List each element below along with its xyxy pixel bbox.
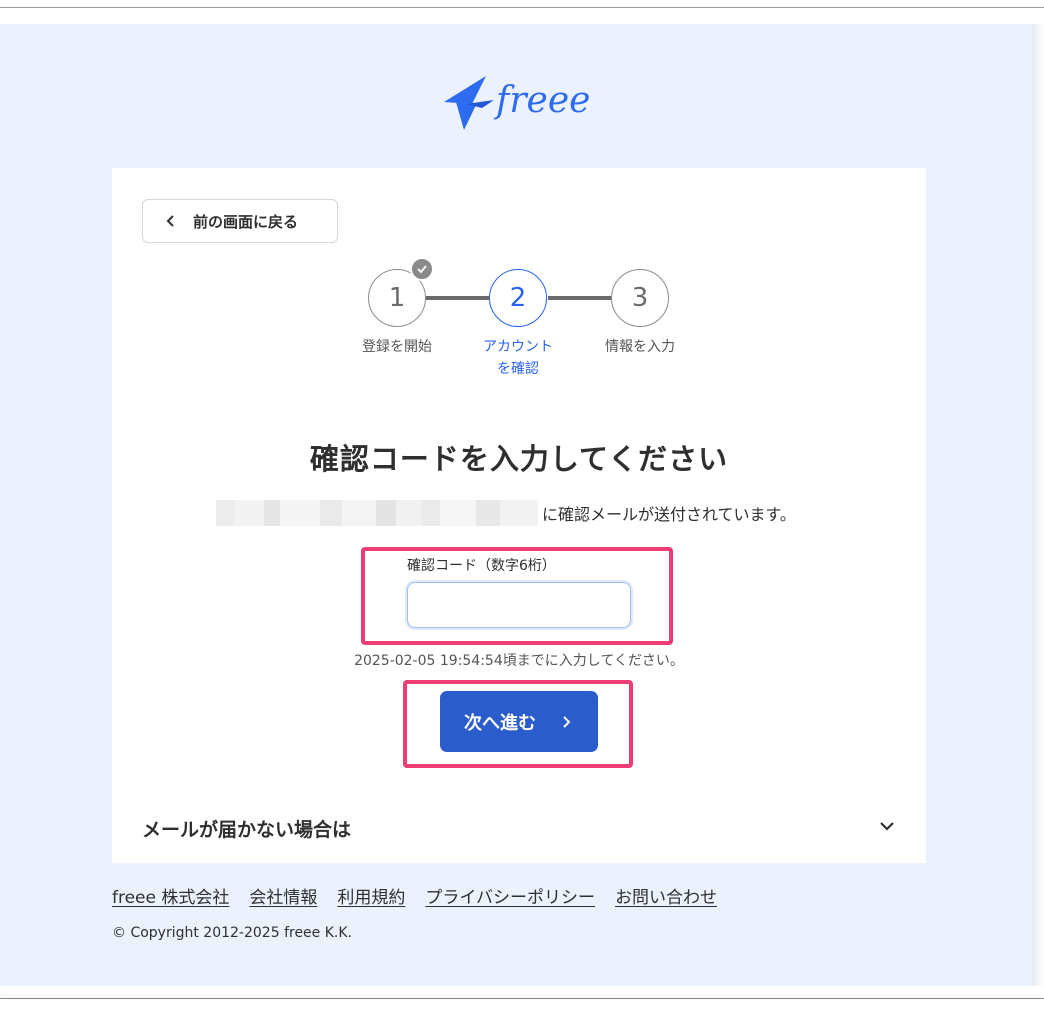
email-notice: に確認メールが送付されています。	[216, 500, 796, 526]
chevron-right-icon	[560, 714, 574, 730]
faq-title: メールが届かない場合は	[142, 818, 352, 841]
progress-stepper: 1 2 3 登録を開始 アカウント を確認 情報を入力	[112, 257, 926, 384]
back-button[interactable]: 前の画面に戻る	[142, 199, 338, 243]
back-button-label: 前の画面に戻る	[193, 212, 299, 231]
freee-logo: freee	[442, 72, 602, 134]
step-1-label: 登録を開始	[362, 339, 432, 355]
footer-link-company-info[interactable]: 会社情報	[249, 883, 317, 908]
faq-accordion[interactable]: メールが届かない場合は	[142, 808, 896, 848]
step-1-number: 1	[388, 283, 406, 313]
step-3-circle: 3	[611, 269, 669, 327]
code-field-label: 確認コード（数字6桁）	[407, 558, 556, 574]
verification-code-input[interactable]	[407, 582, 631, 628]
window-right-edge	[1032, 24, 1044, 986]
deadline-text: 2025-02-05 19:54:54頃までに入力してください。	[354, 653, 684, 669]
redacted-email	[216, 500, 538, 526]
window-bottom-edge	[0, 986, 1044, 1016]
next-button-label: 次へ進む	[464, 712, 536, 734]
step-2-number: 2	[509, 283, 527, 313]
step-3-label: 情報を入力	[605, 339, 675, 355]
verification-card: 前の画面に戻る 1 2 3 登録を開始 アカウント を確認 情報を入力 確認コー…	[112, 168, 926, 863]
freee-bird-icon: freee	[444, 76, 590, 130]
next-button[interactable]: 次へ進む	[440, 691, 598, 752]
logo-wordmark: freee	[493, 80, 590, 121]
step-2-label: アカウント を確認	[458, 336, 578, 380]
footer-link-privacy[interactable]: プライバシーポリシー	[425, 883, 595, 908]
copyright: © Copyright 2012-2025 freee K.K.	[112, 925, 352, 941]
window-top-edge	[0, 0, 1044, 25]
chevron-left-icon	[163, 213, 179, 229]
notice-text: に確認メールが送付されています。	[542, 505, 796, 524]
footer-link-terms[interactable]: 利用規約	[337, 883, 405, 908]
step-3-number: 3	[631, 283, 649, 313]
footer-link-company[interactable]: freee 株式会社	[112, 883, 229, 908]
footer-links: freee 株式会社 会社情報 利用規約 プライバシーポリシー お問い合わせ	[112, 883, 717, 908]
page-title: 確認コードを入力してください	[309, 442, 729, 476]
check-icon	[410, 257, 434, 281]
step-connector	[548, 296, 612, 300]
footer-link-contact[interactable]: お問い合わせ	[615, 883, 717, 908]
step-2-label-line2: を確認	[497, 361, 539, 377]
step-2-circle: 2	[489, 269, 547, 327]
chevron-down-icon	[878, 817, 896, 839]
step-connector	[426, 296, 490, 300]
step-2-label-line1: アカウント	[483, 339, 553, 355]
